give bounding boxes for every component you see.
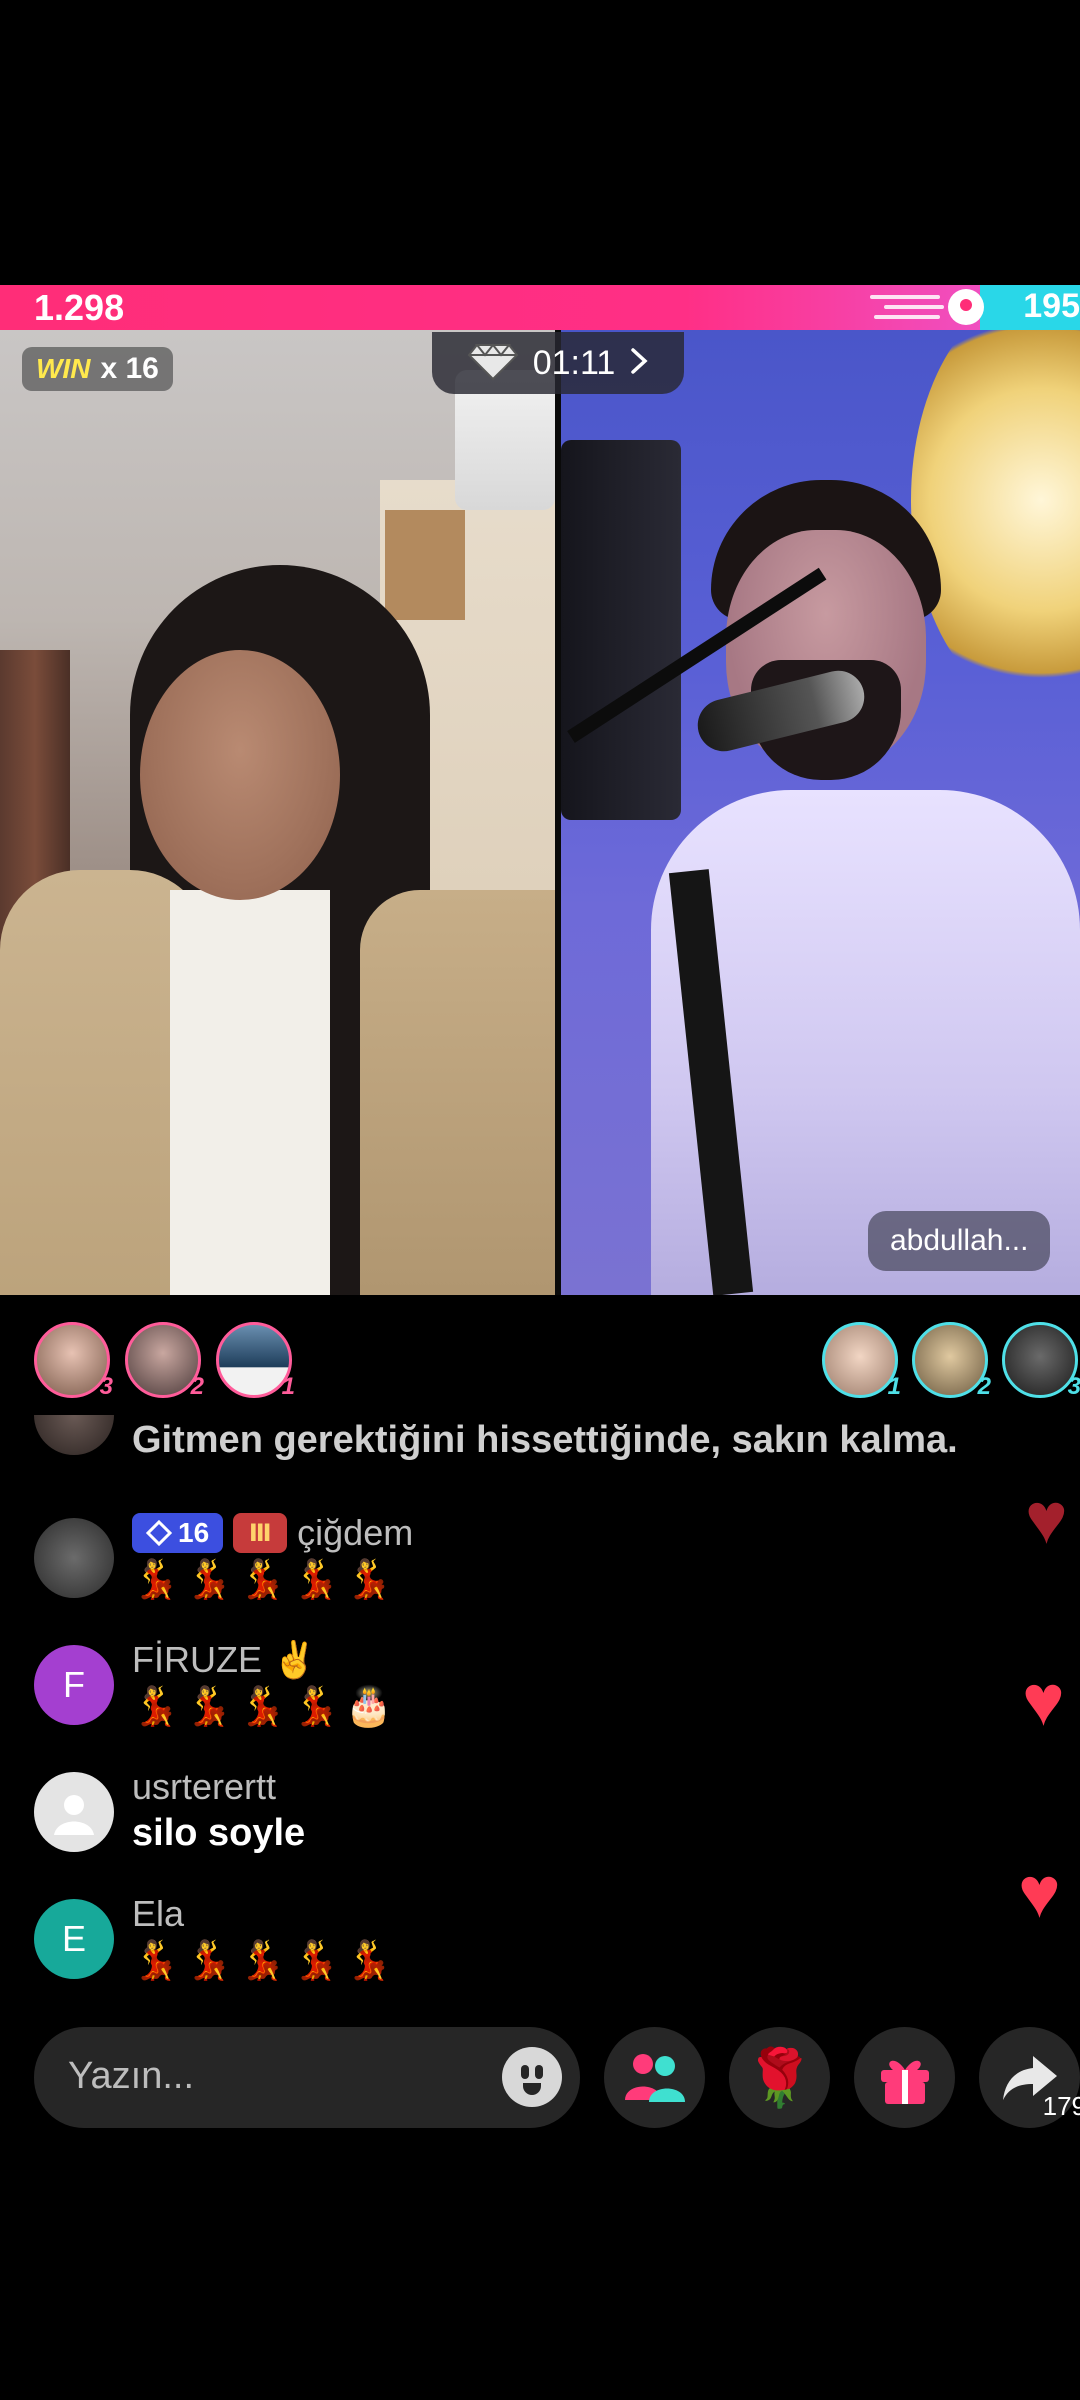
left-score: 1.298: [34, 287, 125, 328]
comment-emoji: 💃💃💃💃🎂: [132, 1686, 399, 1728]
right-supporter-avatar[interactable]: 1: [822, 1322, 901, 1400]
default-user-icon: [54, 1795, 94, 1835]
emoji-icon[interactable]: [502, 2047, 562, 2107]
opponent-name: abdullah...: [890, 1224, 1029, 1257]
share-button[interactable]: 179: [979, 2027, 1080, 2128]
comment-placeholder: Yazın...: [68, 2055, 195, 2097]
commenter-name[interactable]: Ela: [132, 1893, 184, 1935]
left-score-fill: [0, 285, 980, 330]
left-supporter-avatar[interactable]: 1: [216, 1322, 295, 1400]
commenter-avatar[interactable]: [34, 1415, 114, 1455]
right-supporter-avatar[interactable]: 2: [912, 1322, 991, 1400]
fan-club-badge: Ⅲ: [233, 1513, 288, 1553]
battle-timer[interactable]: 01:11: [432, 332, 684, 394]
diamond-icon: [467, 341, 519, 386]
commenter-avatar[interactable]: F: [34, 1645, 114, 1725]
commenter-name[interactable]: FİRUZE ✌️: [132, 1639, 317, 1681]
left-supporter-avatar[interactable]: 3: [34, 1322, 113, 1400]
left-supporter-avatar[interactable]: 2: [125, 1322, 204, 1400]
collab-button[interactable]: [604, 2027, 705, 2128]
right-supporter-avatar[interactable]: 3: [1002, 1322, 1080, 1400]
comment-item[interactable]: Gitmen gerektiğini hissettiğinde, sakın …: [34, 1415, 1074, 1465]
comment-emoji: 💃💃💃💃💃: [132, 1559, 399, 1601]
collab-icon: [624, 2053, 685, 2102]
win-streak-badge[interactable]: WIN x 16: [22, 347, 173, 391]
opponent-name-tag[interactable]: abdullah...: [868, 1211, 1051, 1271]
heart-icon: ♥: [1022, 1661, 1065, 1741]
commenter-avatar[interactable]: [34, 1518, 114, 1598]
heart-icon: ♥: [1025, 1479, 1068, 1559]
comment-emoji: 💃💃💃💃💃: [132, 1940, 399, 1982]
level-diamond-icon: [146, 1520, 172, 1546]
score-streak-icon: [870, 287, 990, 327]
commenter-name[interactable]: usrterertt: [132, 1766, 276, 1808]
level-badge: 16: [132, 1513, 224, 1553]
opponent-video[interactable]: [561, 330, 1080, 1295]
comment-input[interactable]: Yazın...: [34, 2027, 580, 2128]
timer-value: 01:11: [532, 343, 616, 382]
heart-icon: ♥: [1018, 1853, 1061, 1933]
comment-text: Gitmen gerektiğini hissettiğinde, sakın …: [132, 1419, 958, 1461]
share-count: 179: [1042, 2091, 1080, 2121]
rose-gift-icon: 🌹: [744, 2045, 815, 2109]
battle-score-bar: 1.298 195: [0, 285, 1080, 330]
gift-button[interactable]: [854, 2027, 955, 2128]
host-video[interactable]: [0, 330, 555, 1295]
commenter-name[interactable]: çiğdem: [297, 1512, 413, 1554]
right-score: 195: [1023, 287, 1080, 325]
chevron-right-icon: [629, 346, 649, 381]
win-multiplier: x 16: [100, 352, 159, 385]
commenter-avatar[interactable]: E: [34, 1899, 114, 1979]
commenter-avatar[interactable]: [34, 1772, 114, 1852]
gift-icon: [880, 2060, 929, 2104]
win-label: WIN: [36, 353, 91, 384]
comment-text: silo soyle: [132, 1812, 306, 1854]
rose-gift-button[interactable]: 🌹: [729, 2027, 830, 2128]
